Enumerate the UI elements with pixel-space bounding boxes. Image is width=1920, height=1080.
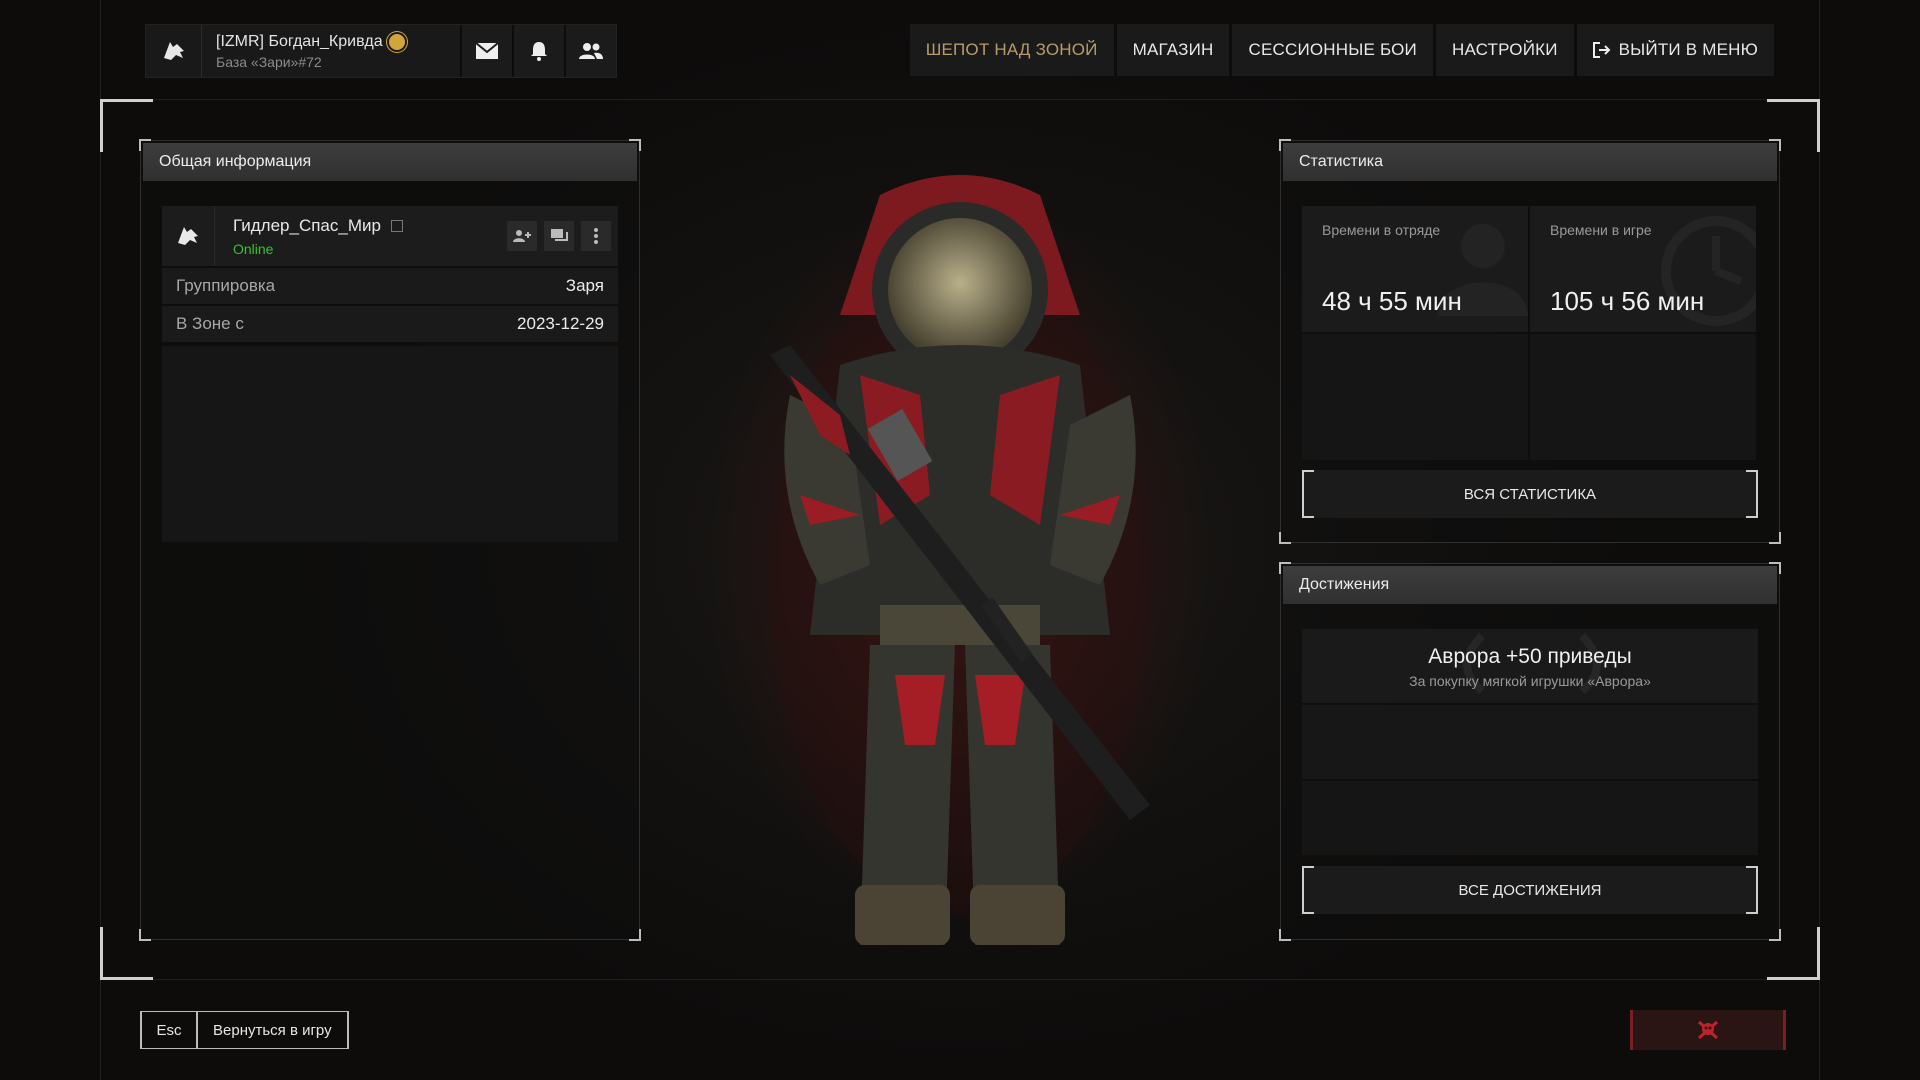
achievements-panel: Достижения Аврора +50 приведы За покупку… — [1279, 562, 1781, 941]
statistics-title: Статистика — [1283, 143, 1777, 181]
character-model — [770, 175, 1150, 945]
info-value: Заря — [565, 276, 604, 295]
sun-badge-icon — [388, 33, 405, 50]
stat-value: 48 ч 55 мин — [1322, 286, 1462, 316]
info-empty-area — [162, 346, 618, 542]
player-name: [IZMR] Богдан_Кривда — [216, 32, 383, 50]
all-achievements-button[interactable]: ВСЕ ДОСТИЖЕНИЯ — [1302, 866, 1758, 914]
wolf-logo-icon — [162, 206, 215, 266]
exit-menu-label: ВЫЙТИ В МЕНЮ — [1618, 40, 1758, 59]
back-to-game-label: Вернуться в игру — [198, 1012, 349, 1048]
info-value: 2023-12-29 — [517, 314, 604, 333]
back-to-game-button[interactable]: Esc Вернуться в игру — [140, 1011, 349, 1049]
profile-card: Гидлер_Спас_Мир Online — [162, 206, 618, 266]
player-base: База «Зари»#72 — [216, 53, 322, 70]
stat-empty-slot — [1530, 334, 1756, 460]
online-status: Online — [233, 240, 274, 257]
achievements-title: Достижения — [1283, 566, 1777, 604]
more-vertical-icon — [594, 228, 598, 244]
wolf-logo-icon[interactable] — [146, 25, 202, 77]
achievement-title: Аврора +50 приведы — [1428, 645, 1632, 668]
nav-item-shop[interactable]: МАГАЗИН — [1116, 24, 1230, 76]
player-header: [IZMR] Богдан_Кривда База «Зари»#72 — [145, 24, 617, 78]
all-statistics-button[interactable]: ВСЯ СТАТИСТИКА — [1302, 470, 1758, 518]
achievement-empty-slot — [1302, 705, 1758, 779]
statistics-panel: Статистика Времени в отряде 48 ч 55 мин … — [1279, 139, 1781, 544]
frame-line-top — [100, 99, 1820, 100]
frame-line-left — [100, 0, 101, 1080]
achievement-desc: За покупку мягкой игрушки «Аврора» — [1409, 673, 1651, 689]
info-key: Группировка — [176, 276, 276, 295]
add-friend-icon — [513, 230, 531, 242]
stat-label: Времени в игре — [1550, 222, 1652, 238]
nav-item-session-battles[interactable]: СЕССИОННЫЕ БОИ — [1232, 24, 1433, 76]
achievement-item[interactable]: Аврора +50 приведы За покупку мягкой игр… — [1302, 629, 1758, 703]
danger-button[interactable] — [1630, 1010, 1786, 1050]
nav-item-settings[interactable]: НАСТРОЙКИ — [1435, 24, 1574, 76]
achievement-empty-slot — [1302, 781, 1758, 855]
info-key: В Зоне с — [176, 314, 244, 333]
general-info-panel: Общая информация Гидлер_Спас_Мир Online … — [139, 139, 641, 941]
stat-empty-slot — [1302, 334, 1528, 460]
more-options-button[interactable] — [581, 221, 611, 251]
exit-icon — [1592, 42, 1611, 58]
copy-icon[interactable] — [390, 219, 403, 232]
main-nav: ШЕПОТ НАД ЗОНОЙ МАГАЗИН СЕССИОННЫЕ БОИ Н… — [909, 24, 1774, 76]
message-button[interactable] — [544, 221, 574, 251]
stat-game-time: Времени в игре 105 ч 56 мин — [1530, 206, 1756, 332]
chat-icon — [551, 229, 568, 241]
add-friend-button[interactable] — [507, 221, 537, 251]
skull-crossbones-icon — [1698, 1020, 1718, 1040]
info-row-faction: Группировка Заря — [162, 268, 618, 304]
nav-item-whisper[interactable]: ШЕПОТ НАД ЗОНОЙ — [909, 24, 1114, 76]
mail-icon[interactable] — [460, 25, 512, 77]
stat-squad-time: Времени в отряде 48 ч 55 мин — [1302, 206, 1528, 332]
stat-value: 105 ч 56 мин — [1550, 286, 1705, 316]
info-row-zone-since: В Зоне с 2023-12-29 — [162, 306, 618, 342]
exit-menu-button[interactable]: ВЫЙТИ В МЕНЮ — [1576, 24, 1774, 76]
profile-name: Гидлер_Спас_Мир — [233, 215, 381, 235]
frame-line-right — [1819, 0, 1820, 1080]
frame-line-bottom — [100, 979, 1820, 980]
esc-key: Esc — [140, 1012, 198, 1048]
friends-icon[interactable] — [564, 25, 616, 77]
general-info-title: Общая информация — [143, 143, 637, 181]
bell-icon[interactable] — [512, 25, 564, 77]
stat-label: Времени в отряде — [1322, 222, 1441, 238]
